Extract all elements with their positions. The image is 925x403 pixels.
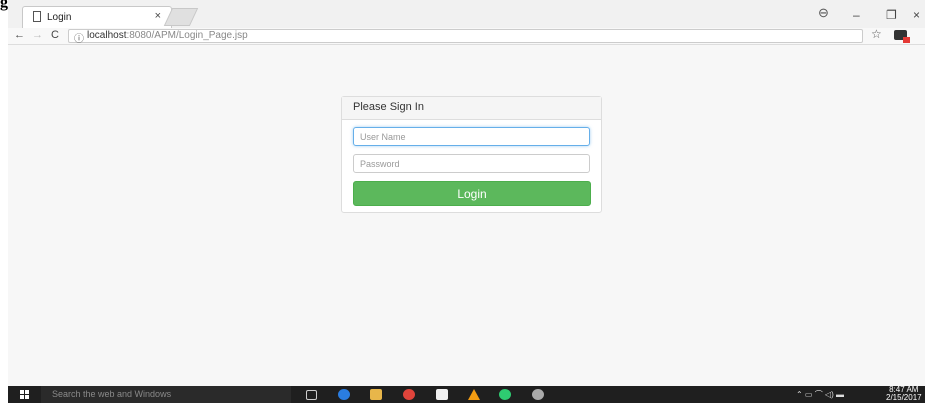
back-icon[interactable]: ← (14, 29, 25, 41)
forward-icon[interactable]: → (32, 29, 43, 41)
url-host: localhost (87, 30, 127, 41)
clock-date: 2/15/2017 (886, 393, 922, 402)
page-icon (33, 11, 41, 22)
tab-title: Login (47, 12, 72, 23)
reload-icon[interactable]: C (51, 29, 59, 41)
bookmark-star-icon[interactable]: ☆ (871, 27, 882, 41)
file-explorer-icon[interactable] (370, 389, 382, 400)
extension-icon[interactable] (894, 30, 910, 43)
taskbar-search-box[interactable]: Search the web and Windows (41, 386, 291, 403)
close-window-button[interactable]: × (913, 8, 920, 22)
browser-menu-icon[interactable]: ⋮ (920, 28, 925, 42)
windows-taskbar: Search the web and Windows ⌃ ▭ ⌒ ◁) ▬ 8:… (8, 386, 925, 403)
restore-button[interactable]: ❐ (886, 8, 897, 22)
app-icon[interactable] (499, 389, 511, 400)
edge-icon[interactable] (338, 389, 350, 400)
vlc-icon[interactable] (468, 389, 480, 400)
login-panel: Please Sign In Login (341, 96, 602, 213)
extension-badge (903, 37, 910, 43)
url-path: :8080/APM/Login_Page.jsp (126, 30, 248, 41)
chrome-icon[interactable] (403, 389, 415, 400)
taskbar-search-placeholder: Search the web and Windows (52, 389, 172, 399)
settings-icon[interactable] (532, 389, 544, 400)
login-button[interactable]: Login (353, 181, 591, 206)
system-tray-icons[interactable]: ⌃ ▭ ⌒ ◁) ▬ (796, 389, 844, 400)
tab-close-icon[interactable]: × (155, 10, 161, 22)
address-bar[interactable]: ⓘ localhost:8080/APM/Login_Page.jsp (68, 29, 863, 45)
minimize-button[interactable]: – (853, 8, 860, 22)
windows-start-icon[interactable] (20, 390, 30, 399)
username-input[interactable] (353, 127, 590, 146)
info-icon[interactable]: ⓘ (74, 30, 84, 45)
store-icon[interactable] (436, 389, 448, 400)
taskbar-clock[interactable]: 8:47 AM 2/15/2017 (886, 386, 922, 402)
browser-tab-login[interactable]: Login × (22, 6, 172, 28)
panel-heading: Please Sign In (342, 97, 601, 120)
password-input[interactable] (353, 154, 590, 173)
browser-toolbar: ← → C ⓘ localhost:8080/APM/Login_Page.js… (8, 27, 925, 45)
browser-titlebar: Login × ⊖ – ❐ × (8, 0, 925, 28)
url-text[interactable]: localhost:8080/APM/Login_Page.jsp (87, 30, 248, 41)
task-view-icon[interactable] (306, 390, 317, 400)
account-icon[interactable]: ⊖ (818, 5, 829, 21)
